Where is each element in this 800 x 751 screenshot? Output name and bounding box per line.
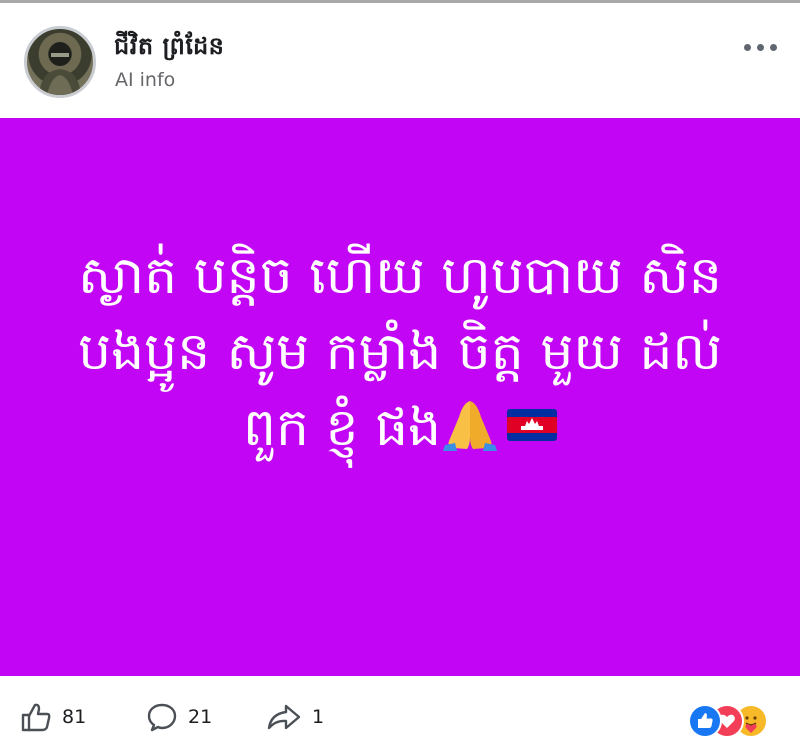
post-line-2: បងប្អូន សូម កម្លាំង ចិត្ត មួយ ដល់	[78, 322, 722, 382]
share-button[interactable]: 1	[266, 702, 324, 732]
avatar-figure-icon	[39, 42, 81, 95]
post-footer: 81 21 1	[0, 676, 800, 751]
author-avatar[interactable]	[24, 26, 96, 98]
folded-hands-icon	[443, 401, 498, 451]
post-background: ស្ងាត់ បន្តិច ហើយ ហូបបាយ សិន បងប្អូន សូម…	[0, 118, 800, 676]
post-text: ស្ងាត់ បន្តិច ហើយ ហូបបាយ សិន បងប្អូន សូម…	[0, 238, 800, 466]
like-reaction-icon	[688, 704, 722, 738]
like-count: 81	[62, 706, 87, 728]
comment-button[interactable]: 21	[146, 702, 212, 732]
like-button[interactable]: 81	[20, 702, 86, 732]
author-name[interactable]: ជីវិត ព្រំដែន	[114, 31, 224, 66]
post-line-3: ពួក ខ្ញុំ ផង	[242, 398, 442, 458]
post-header: ជីវិត ព្រំដែន AI info	[0, 3, 800, 118]
post-line-1: ស្ងាត់ បន្តិច ហើយ ហូបបាយ សិន	[78, 246, 722, 306]
reaction-summary[interactable]	[688, 701, 780, 738]
author-subtitle: AI info	[115, 69, 176, 91]
cambodia-flag-icon	[507, 409, 558, 441]
more-options-icon[interactable]	[744, 41, 778, 55]
thumbs-up-icon	[21, 703, 51, 732]
comment-count: 21	[188, 706, 213, 728]
post-line-3-container: ពួក ខ្ញុំ ផង	[0, 390, 800, 466]
share-arrow-icon	[267, 704, 301, 730]
share-count: 1	[312, 706, 325, 728]
comment-bubble-icon	[147, 703, 177, 732]
